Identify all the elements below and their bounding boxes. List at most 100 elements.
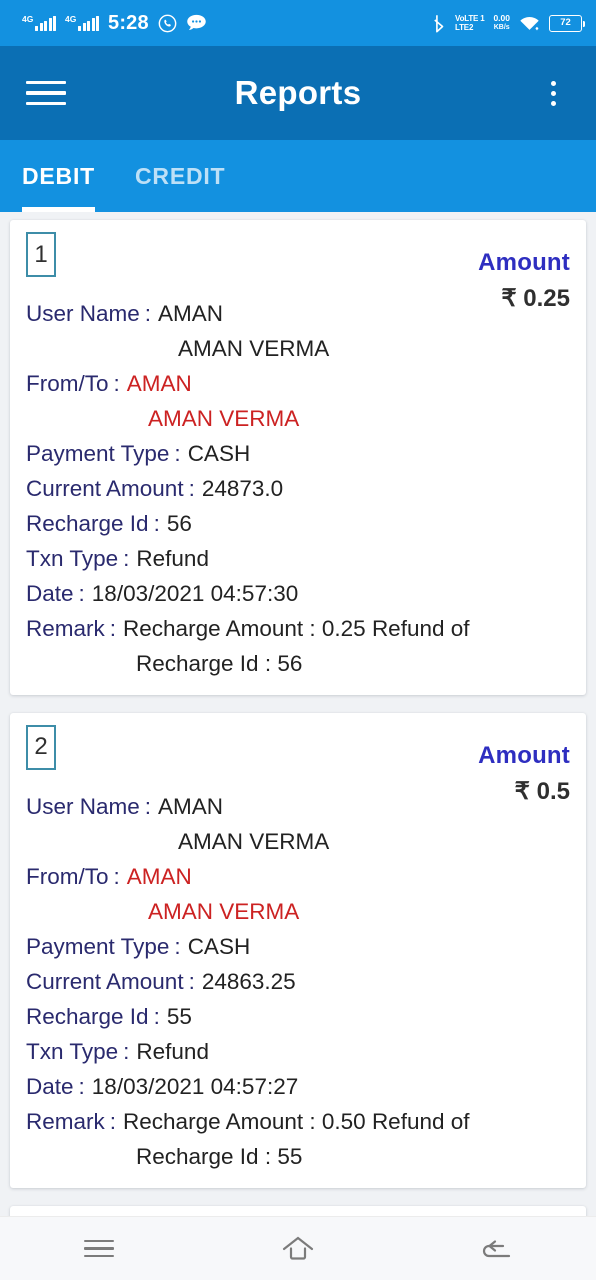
signal-4g-label-sim2: 4G xyxy=(65,13,77,24)
field-value: Refund xyxy=(136,1038,209,1064)
tab-bar: DEBIT CREDIT xyxy=(0,140,596,212)
field-date: Date : 18/03/2021 04:57:30 xyxy=(26,576,570,611)
field-value: Refund xyxy=(136,545,209,571)
field-current-amount: Current Amount : 24863.25 xyxy=(26,964,570,999)
recents-icon[interactable] xyxy=(64,1226,134,1272)
status-bar-clock: 5:28 xyxy=(108,11,149,34)
field-label: User Name xyxy=(26,793,140,819)
currency-symbol: ₹ xyxy=(501,285,517,313)
field-value: 18/03/2021 04:57:27 xyxy=(91,1073,299,1099)
field-remark-line2: Recharge Id : 56 xyxy=(136,650,303,676)
volte-indicator: VoLTE 1 LTE2 xyxy=(455,14,485,32)
field-separator: : xyxy=(78,580,85,606)
field-separator: : xyxy=(188,475,195,501)
amount-value: ₹ 0.5 xyxy=(420,778,570,806)
transaction-card[interactable]: 1 Amount ₹ 0.25 User Name : AMAN AMAN VE… xyxy=(10,220,586,695)
more-vertical-icon[interactable] xyxy=(536,76,570,110)
field-separator: : xyxy=(153,1003,160,1029)
field-recharge-id: Recharge Id : 55 xyxy=(26,999,570,1034)
bluetooth-icon xyxy=(434,14,444,33)
field-label: From/To xyxy=(26,370,109,396)
field-label: Txn Type xyxy=(26,545,119,571)
field-remark: Remark : Recharge Amount : 0.25 Refund o… xyxy=(26,611,570,646)
field-label: Date xyxy=(26,1073,74,1099)
network-speed-indicator: 0.00 KB/s xyxy=(493,12,510,33)
android-navigation-bar xyxy=(0,1216,596,1280)
transaction-list[interactable]: 1 Amount ₹ 0.25 User Name : AMAN AMAN VE… xyxy=(0,212,596,1216)
field-label: Current Amount xyxy=(26,968,184,994)
field-label: Remark xyxy=(26,1108,105,1134)
page-title: Reports xyxy=(234,74,362,111)
tab-credit-label: CREDIT xyxy=(135,162,226,189)
field-value: 55 xyxy=(166,1003,192,1029)
whatsapp-icon xyxy=(158,14,177,32)
field-label: Date xyxy=(26,580,74,606)
field-value: AMAN xyxy=(158,300,224,326)
field-label: Remark xyxy=(26,615,105,641)
field-label: User Name xyxy=(26,300,140,326)
field-separator: : xyxy=(78,1073,85,1099)
network-speed-value: 0.00 xyxy=(493,12,510,23)
field-separator: : xyxy=(174,440,181,466)
field-label: From/To xyxy=(26,863,109,889)
field-current-amount: Current Amount : 24873.0 xyxy=(26,471,570,506)
hamburger-menu-icon[interactable] xyxy=(26,78,66,108)
field-separator: : xyxy=(109,615,117,641)
signal-4g-icon-sim2: 4G xyxy=(65,13,99,31)
volte-line-1: VoLTE 1 xyxy=(455,14,485,23)
field-txn-type: Txn Type : Refund xyxy=(26,1034,570,1069)
status-bar: 4G 4G 5:28 VoLTE 1 LTE2 0.00 KB/s 72 xyxy=(0,0,596,46)
field-remark: Remark : Recharge Amount : 0.50 Refund o… xyxy=(26,1104,570,1139)
field-label: Current Amount xyxy=(26,475,184,501)
tab-credit[interactable]: CREDIT xyxy=(115,140,245,212)
field-value: AMAN xyxy=(126,863,192,889)
field-separator: : xyxy=(123,1038,130,1064)
amount-column: Amount ₹ 0.25 xyxy=(420,232,570,313)
field-label: Payment Type xyxy=(26,933,170,959)
status-bar-right: VoLTE 1 LTE2 0.00 KB/s 72 xyxy=(433,12,585,33)
transaction-card[interactable]: 3 Amount ₹ 0.5 User Name : AMAN xyxy=(10,1205,586,1216)
field-user-name-line2: AMAN VERMA xyxy=(178,828,330,854)
field-separator: : xyxy=(113,370,120,396)
battery-indicator: 72 xyxy=(549,14,585,32)
back-icon[interactable] xyxy=(462,1226,532,1272)
field-separator: : xyxy=(109,1108,117,1134)
volte-line-2: LTE2 xyxy=(455,23,474,32)
field-separator: : xyxy=(144,793,152,819)
field-from-to: From/To : AMAN xyxy=(26,859,570,894)
field-separator: : xyxy=(123,545,130,571)
field-recharge-id: Recharge Id : 56 xyxy=(26,506,570,541)
field-label: Txn Type xyxy=(26,1038,119,1064)
field-value: 18/03/2021 04:57:30 xyxy=(91,580,299,606)
field-date: Date : 18/03/2021 04:57:27 xyxy=(26,1069,570,1104)
transaction-card[interactable]: 2 Amount ₹ 0.5 User Name : AMAN AMAN VER… xyxy=(10,712,586,1188)
signal-4g-icon-sim1: 4G xyxy=(22,13,56,31)
field-separator: : xyxy=(113,863,120,889)
home-icon[interactable] xyxy=(263,1226,333,1272)
field-value: AMAN xyxy=(126,370,192,396)
field-value: Recharge Amount : 0.25 Refund of xyxy=(123,615,470,641)
field-label: Recharge Id xyxy=(26,510,149,536)
network-speed-unit: KB/s xyxy=(493,24,510,31)
currency-symbol: ₹ xyxy=(514,778,530,806)
field-separator: : xyxy=(153,510,160,536)
status-bar-left: 4G 4G 5:28 xyxy=(22,12,207,35)
wifi-icon xyxy=(520,16,539,30)
field-remark-line2: Recharge Id : 55 xyxy=(136,1143,303,1169)
phone-screen: 4G 4G 5:28 VoLTE 1 LTE2 0.00 KB/s 72 Rep… xyxy=(0,0,596,1280)
chat-bubble-icon xyxy=(187,14,206,31)
field-value: Recharge Amount : 0.50 Refund of xyxy=(123,1108,470,1134)
field-value: 24863.25 xyxy=(201,968,296,994)
amount-label: Amount xyxy=(478,249,570,276)
signal-4g-label-sim1: 4G xyxy=(22,13,34,24)
field-separator: : xyxy=(188,968,195,994)
field-user-name-line2: AMAN VERMA xyxy=(178,335,330,361)
card-fields: User Name : AMAN AMAN VERMA From/To : AM… xyxy=(26,296,570,681)
field-value: CASH xyxy=(187,440,251,466)
field-value: 56 xyxy=(166,510,192,536)
amount-column: Amount ₹ 0.5 xyxy=(420,725,570,806)
field-separator: : xyxy=(174,933,181,959)
tab-debit[interactable]: DEBIT xyxy=(22,140,115,212)
tab-debit-label: DEBIT xyxy=(22,162,95,189)
field-value: 24873.0 xyxy=(201,475,284,501)
